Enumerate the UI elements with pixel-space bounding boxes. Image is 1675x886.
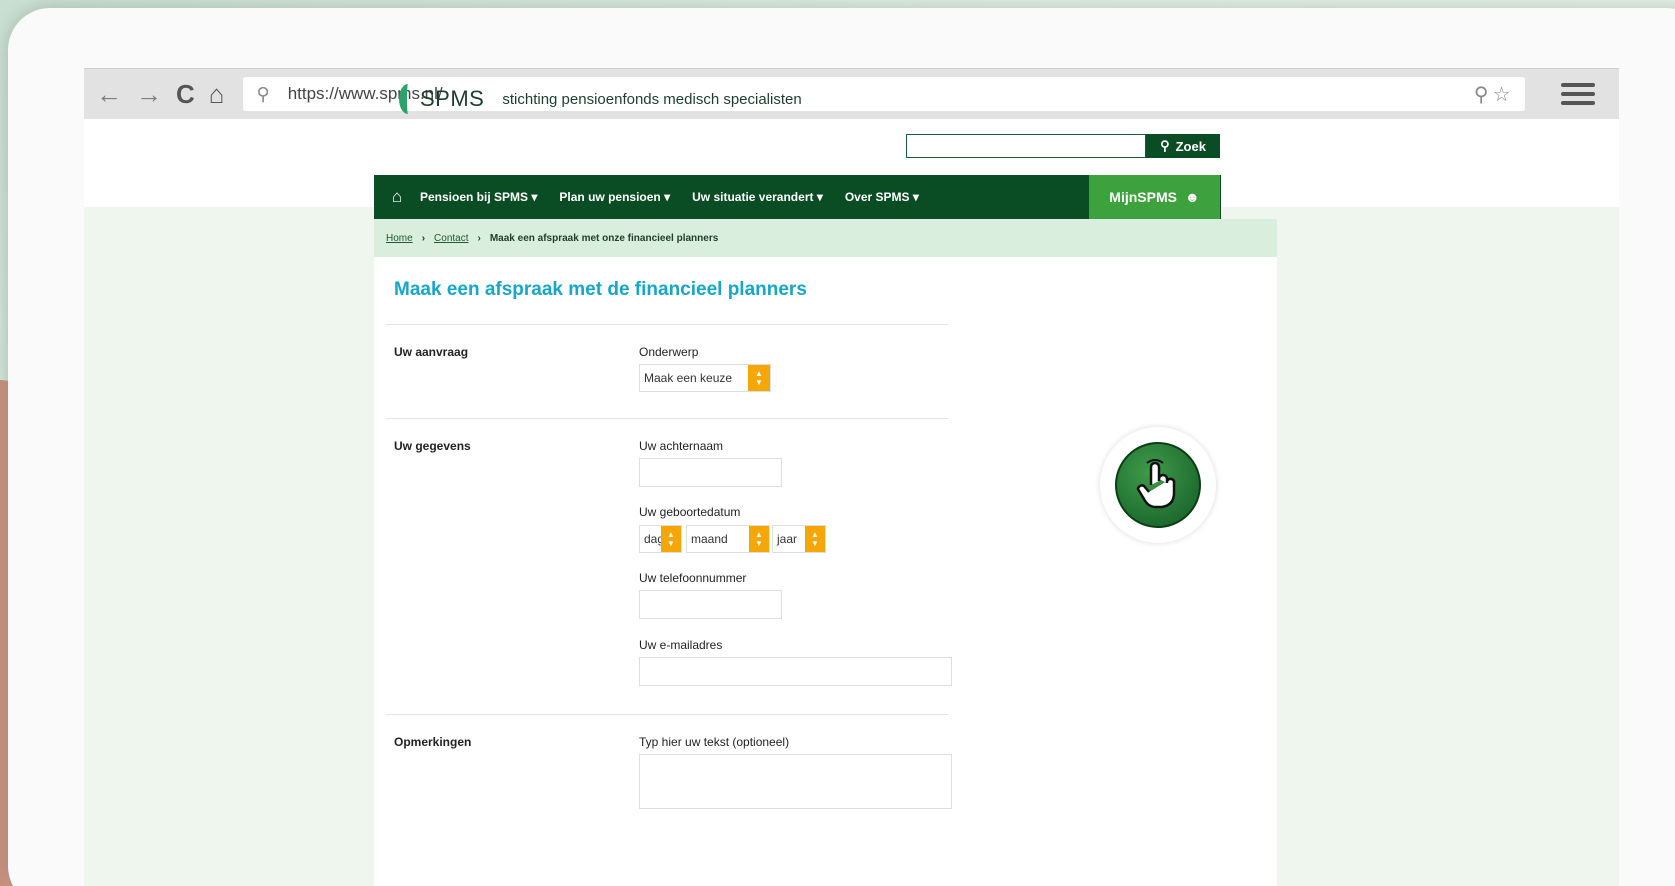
- breadcrumb: Home › Contact › Maak een afspraak met o…: [374, 219, 1277, 257]
- pointer-hand-icon: [1115, 442, 1201, 528]
- section-label-gegevens: Uw gegevens: [394, 439, 471, 453]
- phone-label: Uw telefoonnummer: [639, 571, 747, 585]
- select-arrow-icon: ▲ ▼: [748, 365, 770, 391]
- day-select[interactable]: dag ▲ ▼: [639, 525, 682, 553]
- select-arrow-icon: ▲ ▼: [661, 526, 681, 552]
- browser-window: ← → C ⌂ ⚲ https://www.spms.nl/ ⚲☆ SPMS s…: [84, 68, 1619, 886]
- back-button[interactable]: ←: [96, 81, 122, 107]
- reload-button[interactable]: C: [176, 81, 195, 107]
- remarks-textarea[interactable]: [639, 754, 952, 809]
- breadcrumb-current: Maak een afspraak met onze financieel pl…: [489, 232, 719, 244]
- chevron-right-icon: ›: [477, 232, 481, 244]
- browser-toolbar: ← → C ⌂ ⚲ https://www.spms.nl/ ⚲☆: [84, 68, 1619, 119]
- select-arrow-icon: ▲ ▼: [805, 526, 825, 552]
- lastname-input[interactable]: [639, 458, 782, 487]
- email-label: Uw e-mailadres: [639, 638, 723, 652]
- mijnspms-label: MijnSPMS: [1109, 189, 1177, 205]
- section-aanvraag: Uw aanvraag Onderwerp Maak een keuze ▲ ▼: [386, 324, 948, 418]
- remarks-label: Typ hier uw tekst (optioneel): [639, 735, 790, 749]
- page-title: Maak een afspraak met de financieel plan…: [394, 279, 807, 300]
- lastname-label: Uw achternaam: [639, 439, 724, 453]
- month-select[interactable]: maand ▲ ▼: [686, 525, 770, 553]
- touch-indicator: [1100, 427, 1216, 543]
- subject-label: Onderwerp: [639, 345, 699, 359]
- nav-item-over[interactable]: Over SPMS ▾: [845, 190, 919, 204]
- breadcrumb-home[interactable]: Home: [386, 233, 413, 244]
- search-button[interactable]: ⚲ Zoek: [1146, 134, 1220, 158]
- search-input[interactable]: [906, 134, 1146, 158]
- year-select[interactable]: jaar ▲ ▼: [772, 525, 826, 553]
- site-tagline: stichting pensioenfonds medisch speciali…: [502, 90, 802, 108]
- section-opmerkingen: Opmerkingen Typ hier uw tekst (optioneel…: [386, 714, 952, 834]
- phone-input[interactable]: [639, 590, 782, 619]
- birthdate-label: Uw geboortedatum: [639, 505, 741, 519]
- main-content: Home › Contact › Maak een afspraak met o…: [374, 219, 1277, 886]
- breadcrumb-contact[interactable]: Contact: [434, 233, 468, 244]
- mijnspms-button[interactable]: MijnSPMS ☻: [1089, 175, 1220, 219]
- select-arrow-icon: ▲ ▼: [749, 526, 769, 552]
- forward-button[interactable]: →: [136, 81, 162, 107]
- section-gegevens: Uw gegevens Uw achternaam Uw geboortedat…: [386, 418, 952, 714]
- nav-item-plan[interactable]: Plan uw pensioen ▾: [559, 190, 670, 204]
- chevron-right-icon: ›: [421, 232, 426, 244]
- subject-select[interactable]: Maak een keuze ▲ ▼: [639, 364, 771, 392]
- zoom-star-icons[interactable]: ⚲☆: [1474, 82, 1515, 107]
- user-icon: ☻: [1184, 189, 1200, 205]
- site-search: ⚲ Zoek: [906, 134, 1220, 158]
- search-icon: ⚲: [256, 83, 270, 104]
- email-input[interactable]: [639, 657, 952, 686]
- home-icon[interactable]: ⌂: [209, 81, 225, 107]
- home-nav-icon[interactable]: ⌂: [374, 187, 420, 207]
- logo-text: SPMS: [420, 86, 485, 111]
- logo-mark: [399, 84, 417, 114]
- browser-menu-button[interactable]: [1560, 78, 1595, 110]
- nav-item-pensioen[interactable]: Pensioen bij SPMS ▾: [420, 190, 537, 204]
- search-button-label: Zoek: [1175, 138, 1206, 154]
- section-label-opmerkingen: Opmerkingen: [394, 735, 472, 749]
- section-label-aanvraag: Uw aanvraag: [394, 345, 469, 359]
- nav-item-situatie[interactable]: Uw situatie verandert ▾: [692, 190, 823, 204]
- site-logo[interactable]: SPMS stichting pensioenfonds medisch spe…: [399, 84, 802, 114]
- search-icon: ⚲: [1160, 138, 1170, 153]
